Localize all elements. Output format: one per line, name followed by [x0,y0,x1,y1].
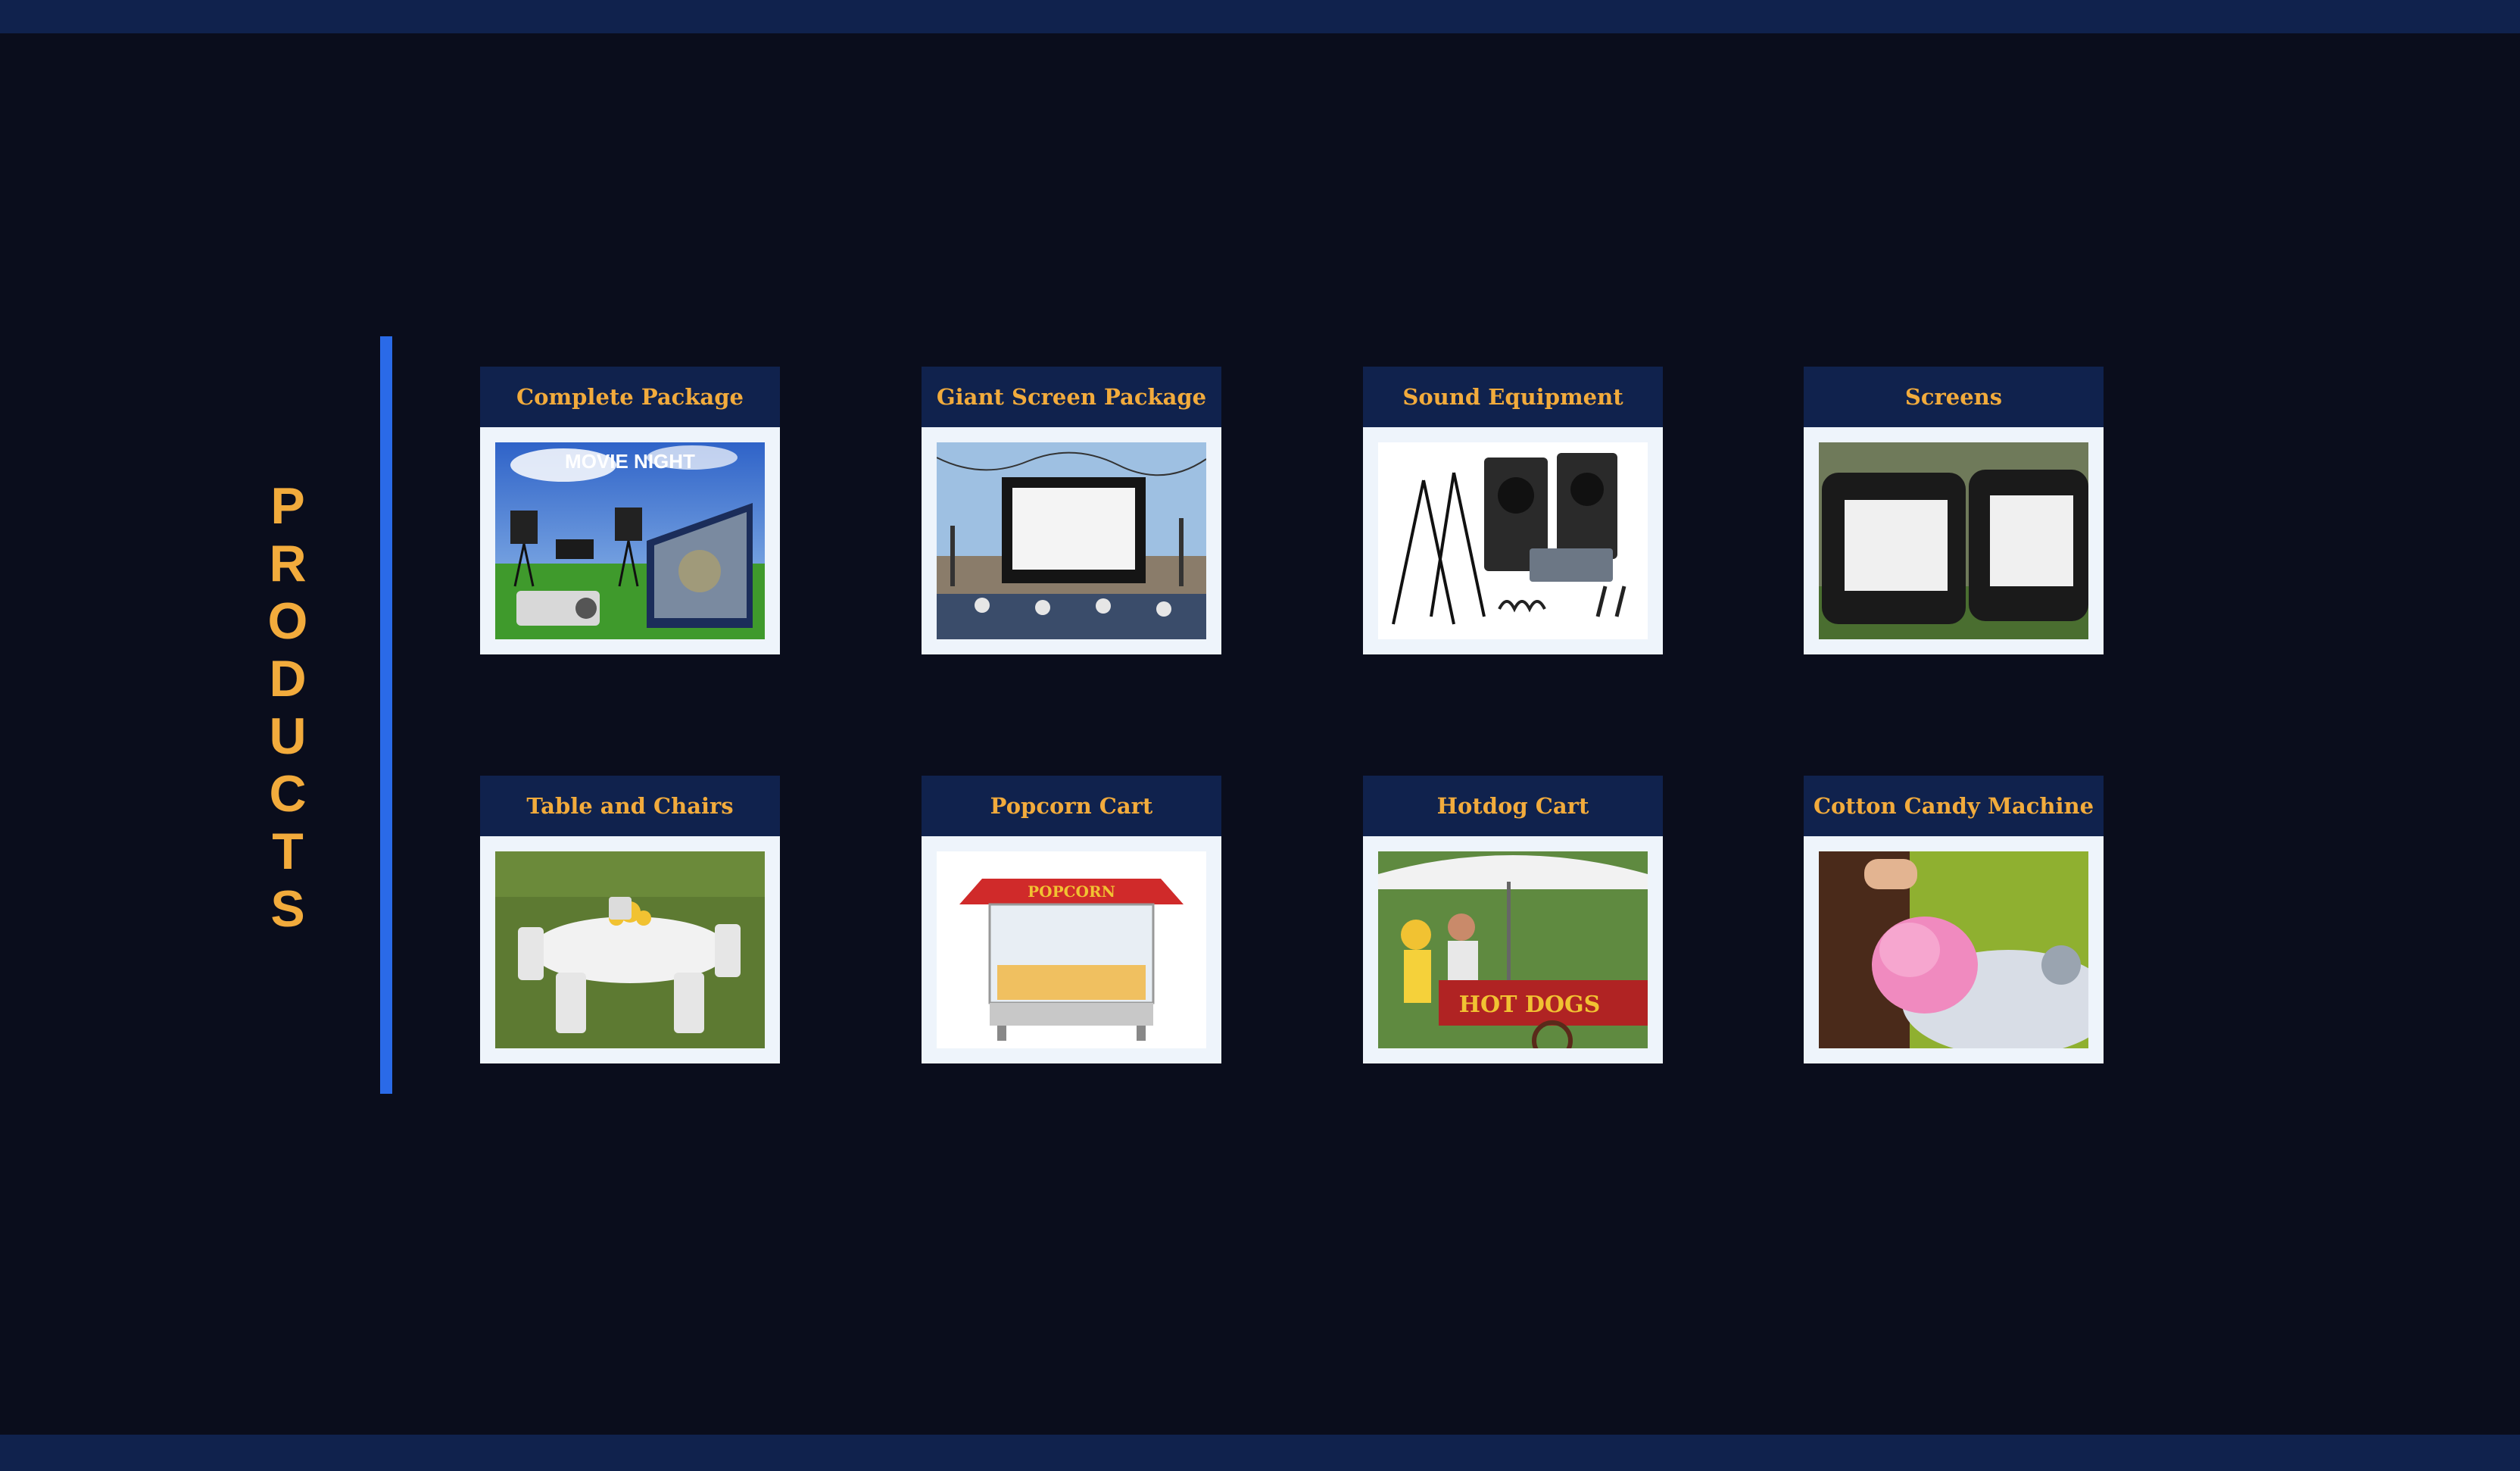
product-title: Screens [1804,367,2104,427]
product-card-sound-equipment[interactable]: Sound Equipment [1363,367,1663,654]
top-bar [0,0,2520,33]
product-card-complete-package[interactable]: Complete Package MOVIE NIGHT [480,367,780,654]
heading-letter: P [270,477,305,535]
round-table-chairs-photo[interactable] [495,851,765,1048]
product-title: Sound Equipment [1363,367,1663,427]
cotton-candy-photo[interactable] [1819,851,2088,1048]
heading-letter: R [269,535,307,592]
product-title: Cotton Candy Machine [1804,776,2104,836]
product-title: Popcorn Cart [922,776,1221,836]
heading-letter: U [269,707,307,765]
popcorn-cart-photo[interactable]: POPCORN [937,851,1206,1048]
accent-divider [380,336,392,1094]
inflatable-screens-photo[interactable] [1819,442,2088,639]
product-title: Complete Package [480,367,780,427]
product-card-table-and-chairs[interactable]: Table and Chairs [480,776,780,1063]
outdoor-giant-screen-photo[interactable] [937,442,1206,639]
heading-letter: D [269,650,307,707]
product-card-hotdog-cart[interactable]: Hotdog Cart HOT DOGS [1363,776,1663,1063]
product-card-giant-screen-package[interactable]: Giant Screen Package [922,367,1221,654]
product-card-screens[interactable]: Screens [1804,367,2104,654]
heading-letter: S [270,880,305,938]
product-title: Hotdog Cart [1363,776,1663,836]
product-card-cotton-candy-machine[interactable]: Cotton Candy Machine [1804,776,2104,1063]
heading-letter: O [267,592,308,650]
movie-night-package-photo[interactable]: MOVIE NIGHT [495,442,765,639]
products-heading: P R O D U C T S [257,477,318,938]
hotdog-cart-photo[interactable]: HOT DOGS [1378,851,1648,1048]
image-caption: HOT DOGS [1459,992,1601,1018]
image-caption: POPCORN [1028,882,1115,901]
product-card-popcorn-cart[interactable]: Popcorn Cart POPCORN [922,776,1221,1063]
image-caption: MOVIE NIGHT [565,450,695,473]
bottom-bar [0,1435,2520,1471]
heading-letter: T [272,823,304,880]
speakers-and-mixer-photo[interactable] [1378,442,1648,639]
product-title: Giant Screen Package [922,367,1221,427]
product-title: Table and Chairs [480,776,780,836]
heading-letter: C [269,765,307,823]
